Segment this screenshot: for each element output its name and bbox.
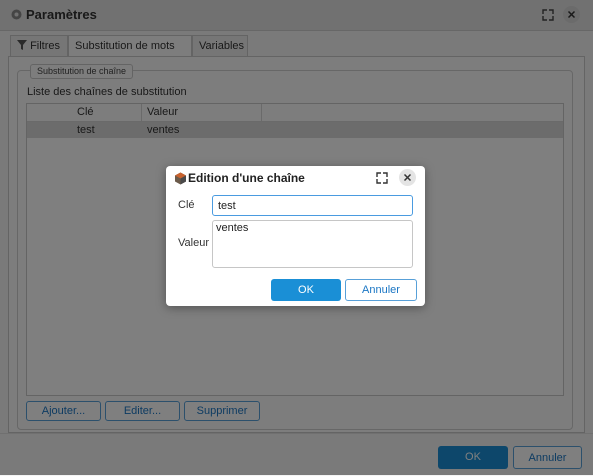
key-label: Clé (178, 199, 195, 211)
edit-string-dialog: Edition d'une chaîne Clé Valeur ventes O… (166, 166, 425, 306)
dialog-ok-button[interactable]: OK (271, 279, 341, 301)
dialog-close-button[interactable] (399, 169, 416, 186)
value-label: Valeur (178, 237, 209, 249)
dialog-title: Edition d'une chaîne (188, 171, 305, 185)
key-input[interactable] (212, 195, 413, 216)
close-icon (403, 173, 412, 182)
expand-icon[interactable] (375, 171, 389, 185)
cube-icon (175, 172, 186, 185)
value-textarea[interactable]: ventes (212, 220, 413, 268)
dialog-cancel-button[interactable]: Annuler (345, 279, 417, 301)
